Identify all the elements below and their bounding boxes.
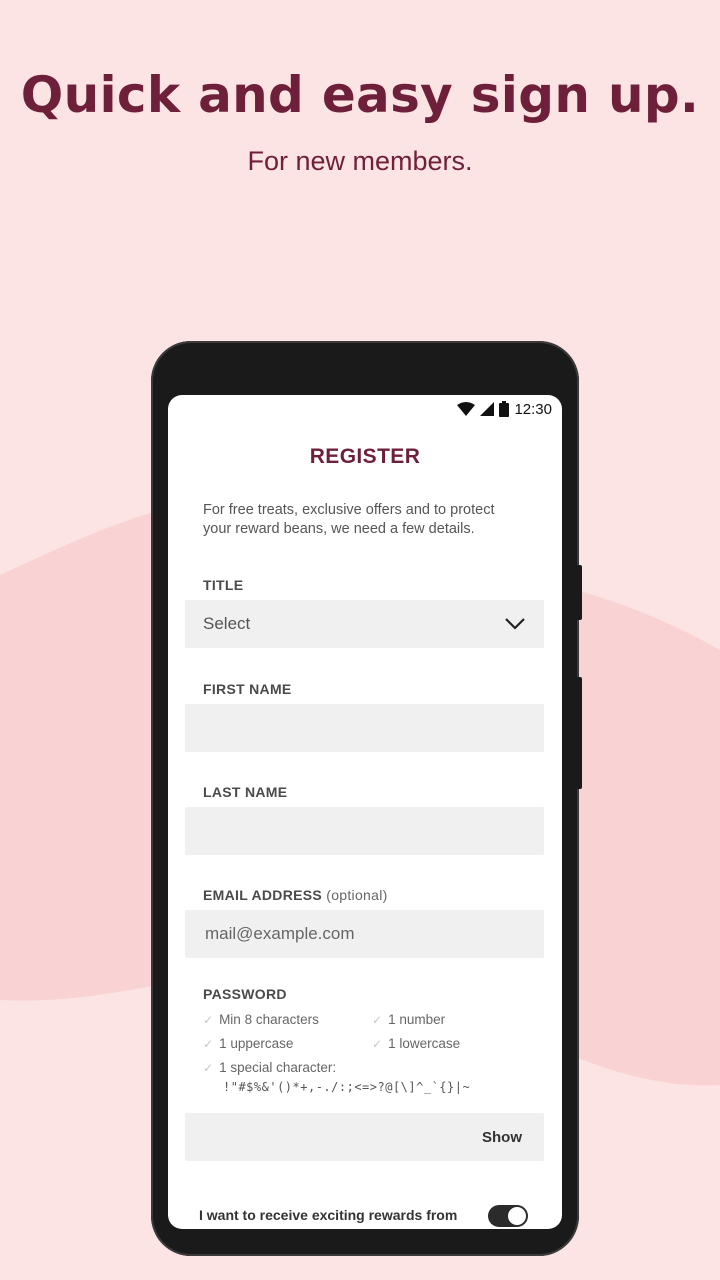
email-label: EMAIL ADDRESS (optional) — [203, 887, 388, 903]
title-label: TITLE — [203, 577, 244, 593]
toggle-knob — [508, 1207, 526, 1225]
hero-subtitle: For new members. — [247, 146, 473, 176]
phone-mockup: 12:30 REGISTER For free treats, exclusiv… — [151, 341, 582, 1256]
email-optional: (optional) — [326, 887, 388, 903]
email-input[interactable] — [203, 923, 526, 945]
special-characters: !"#$%&'()*+,-./:;<=>?@[\]^_`{}|~ — [223, 1080, 471, 1094]
status-time: 12:30 — [514, 400, 552, 418]
first-name-label: FIRST NAME — [203, 681, 292, 697]
chevron-down-icon — [505, 618, 525, 630]
email-label-text: EMAIL ADDRESS — [203, 887, 323, 903]
last-name-input[interactable] — [203, 820, 526, 842]
battery-icon — [499, 401, 510, 417]
last-name-label: LAST NAME — [203, 784, 288, 800]
hero-title: Quick and easy sign up. — [20, 66, 700, 124]
wifi-icon — [457, 402, 476, 416]
check-icon: ✓ — [203, 1061, 214, 1075]
signal-icon — [480, 402, 495, 416]
phone-volume-button — [576, 677, 582, 789]
consent-text: I want to receive exciting rewards from — [199, 1207, 458, 1223]
rule-uppercase: ✓ 1 uppercase — [203, 1036, 294, 1051]
email-field[interactable] — [185, 910, 544, 958]
show-password-button[interactable]: Show — [476, 1128, 528, 1147]
register-heading: REGISTER — [309, 445, 421, 468]
first-name-input[interactable] — [203, 717, 526, 739]
title-select-value: Select — [203, 614, 251, 633]
consent-toggle[interactable] — [488, 1205, 528, 1227]
rule-lowercase: ✓ 1 lowercase — [372, 1036, 461, 1051]
password-field[interactable]: Show — [185, 1113, 544, 1161]
phone-screen: 12:30 REGISTER For free treats, exclusiv… — [168, 395, 562, 1229]
phone-side-button — [576, 565, 582, 620]
check-icon: ✓ — [372, 1037, 383, 1051]
check-icon: ✓ — [203, 1037, 214, 1051]
check-icon: ✓ — [203, 1013, 214, 1027]
rule-special: ✓ 1 special character: — [203, 1060, 337, 1075]
first-name-field[interactable] — [185, 704, 544, 752]
check-icon: ✓ — [372, 1013, 383, 1027]
title-select[interactable]: Select — [185, 600, 544, 648]
password-label: PASSWORD — [203, 986, 287, 1002]
last-name-field[interactable] — [185, 807, 544, 855]
register-intro: For free treats, exclusive offers and to… — [203, 502, 495, 537]
rule-min-chars: ✓ Min 8 characters — [203, 1012, 319, 1027]
rule-number: ✓ 1 number — [372, 1012, 446, 1027]
status-bar: 12:30 — [457, 400, 552, 418]
